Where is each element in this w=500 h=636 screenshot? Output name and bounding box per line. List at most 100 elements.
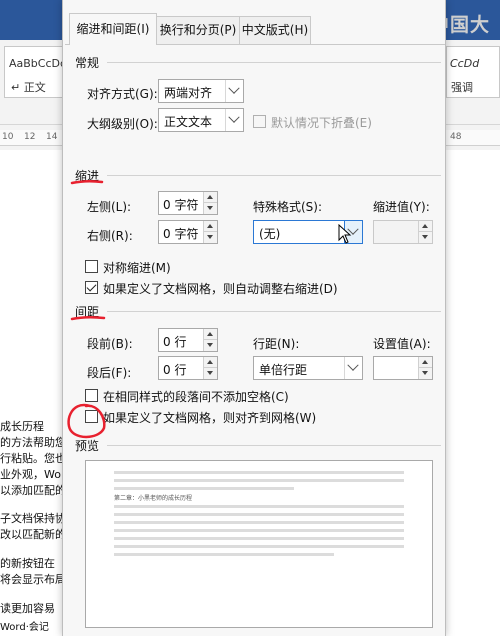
outline-level-select[interactable]: 正文文本	[158, 108, 244, 132]
line-spacing-value: 单倍行距	[259, 363, 308, 377]
space-after-value: 0 行	[163, 363, 187, 377]
preview-line	[114, 545, 404, 548]
space-after-spinner[interactable]: 0 行	[158, 356, 218, 380]
indent-left-spinner[interactable]: 0 字符	[158, 191, 218, 215]
special-indent-value: (无)	[259, 227, 281, 241]
spinner-up-icon[interactable]	[419, 221, 432, 232]
no-space-same-style-label: 在相同样式的段落间不添加空格(C)	[103, 390, 289, 404]
preview-line	[114, 513, 404, 516]
doc-line: 读更加容易	[0, 602, 55, 615]
spinner-up-icon[interactable]	[204, 329, 217, 340]
space-before-value: 0 行	[163, 335, 187, 349]
doc-line: Word·会记	[0, 622, 49, 633]
checkbox-box[interactable]	[253, 115, 266, 128]
spinner-down-icon[interactable]	[204, 340, 217, 351]
preview-line	[114, 479, 404, 482]
checkbox-box[interactable]	[85, 281, 98, 294]
dialog-tabbar: 缩进和间距(I) 换行和分页(P) 中文版式(H)	[63, 0, 447, 45]
indent-right-value: 0 字符	[163, 227, 199, 241]
style-emphasis-label: 强调	[451, 81, 473, 94]
space-before-label: 段前(B):	[87, 337, 133, 351]
chevron-down-icon[interactable]	[225, 109, 243, 131]
spinner-up-icon[interactable]	[204, 192, 217, 203]
alignment-select[interactable]: 两端对齐	[158, 79, 244, 103]
mouse-cursor-icon	[338, 224, 352, 244]
indent-by-label: 缩进值(Y):	[373, 200, 430, 214]
spinner-buttons	[418, 357, 432, 379]
tab-asian-typography[interactable]: 中文版式(H)	[239, 16, 311, 44]
preview-sample-text: 第二章：小黑老师的成长历程	[114, 495, 193, 502]
spinner-up-icon[interactable]	[204, 357, 217, 368]
spinner-buttons	[203, 357, 217, 379]
auto-adjust-right-indent-label: 如果定义了文档网格，则自动调整右缩进(D)	[103, 282, 338, 296]
checkbox-box[interactable]	[85, 260, 98, 273]
line-spacing-label: 行距(N):	[253, 337, 300, 351]
line-spacing-select[interactable]: 单倍行距	[253, 356, 363, 380]
space-after-label: 段后(F):	[87, 366, 132, 380]
style-emphasis[interactable]: CcDd 强调	[446, 46, 500, 98]
special-indent-label: 特殊格式(S):	[253, 200, 323, 214]
spinner-buttons	[418, 221, 432, 243]
doc-line: 的新按钮在	[0, 557, 55, 570]
indent-right-spinner[interactable]: 0 字符	[158, 220, 218, 244]
spinner-down-icon[interactable]	[419, 368, 432, 379]
spinner-up-icon[interactable]	[419, 357, 432, 368]
tab-indents-and-spacing[interactable]: 缩进和间距(I)	[69, 13, 157, 45]
ruler-tick: 10	[2, 132, 14, 142]
spinner-down-icon[interactable]	[204, 368, 217, 379]
checkbox-box[interactable]	[85, 389, 98, 402]
preview-line	[114, 529, 404, 532]
preview-line	[114, 553, 334, 556]
preview-line	[114, 505, 404, 508]
snap-to-grid-label: 如果定义了文档网格，则对齐到网格(W)	[103, 411, 317, 425]
spinner-down-icon[interactable]	[419, 232, 432, 243]
paragraph-dialog: 缩进和间距(I) 换行和分页(P) 中文版式(H) 常规 对齐方式(G): 两端…	[62, 0, 446, 636]
doc-line: 行粘贴。您也	[0, 452, 66, 465]
spinner-buttons	[203, 221, 217, 243]
section-divider	[107, 62, 441, 63]
alignment-value: 两端对齐	[164, 86, 213, 100]
doc-line: 成长历程	[0, 420, 44, 433]
section-indentation-title: 缩进	[75, 169, 100, 183]
chevron-down-icon[interactable]	[225, 80, 243, 102]
doc-line: 子文档保持协	[0, 512, 66, 525]
doc-line: 业外观，Wor	[0, 468, 66, 481]
section-divider	[107, 445, 441, 446]
indent-left-value: 0 字符	[163, 198, 199, 212]
indent-right-label: 右侧(R):	[87, 229, 133, 243]
section-spacing-title: 间距	[75, 305, 100, 319]
collapse-by-default-checkbox[interactable]: 默认情况下折叠(E)	[253, 114, 423, 130]
spinner-up-icon[interactable]	[204, 221, 217, 232]
style-emphasis-sample: CcDd	[450, 57, 480, 70]
style-normal-label: ↵ 正文	[11, 81, 46, 94]
checkbox-box[interactable]	[85, 410, 98, 423]
chevron-down-icon[interactable]	[344, 357, 362, 379]
spinner-buttons	[203, 329, 217, 351]
mirror-indents-label: 对称缩进(M)	[103, 261, 171, 275]
spacing-at-spinner[interactable]	[373, 356, 433, 380]
style-normal-sample: AaBbCcDc	[9, 57, 67, 70]
section-divider	[107, 175, 441, 176]
no-space-same-style-checkbox[interactable]: 在相同样式的段落间不添加空格(C)	[85, 388, 385, 404]
section-divider	[107, 311, 441, 312]
spinner-buttons	[203, 192, 217, 214]
spinner-down-icon[interactable]	[204, 232, 217, 243]
spacing-at-label: 设置值(A):	[373, 337, 431, 351]
ruler-tick: 48	[450, 132, 462, 142]
tab-line-and-page-breaks[interactable]: 换行和分页(P)	[156, 16, 240, 44]
doc-line: 将会显示布局	[0, 573, 66, 586]
collapse-by-default-label: 默认情况下折叠(E)	[271, 116, 372, 130]
space-before-spinner[interactable]: 0 行	[158, 328, 218, 352]
alignment-label: 对齐方式(G):	[87, 87, 158, 101]
doc-line: 以添加匹配的	[0, 484, 66, 497]
style-normal[interactable]: AaBbCcDc ↵ 正文	[4, 46, 67, 98]
ruler-tick: 12	[24, 132, 36, 142]
auto-adjust-right-indent-checkbox[interactable]: 如果定义了文档网格，则自动调整右缩进(D)	[85, 280, 385, 296]
snap-to-grid-checkbox[interactable]: 如果定义了文档网格，则对齐到网格(W)	[85, 409, 385, 425]
mirror-indents-checkbox[interactable]: 对称缩进(M)	[85, 259, 225, 275]
outline-level-label: 大纲级别(O):	[87, 117, 158, 131]
preview-line	[114, 487, 294, 490]
indent-by-spinner[interactable]	[373, 220, 433, 244]
spinner-down-icon[interactable]	[204, 203, 217, 214]
paragraph-preview: 第二章：小黑老师的成长历程	[85, 460, 433, 628]
